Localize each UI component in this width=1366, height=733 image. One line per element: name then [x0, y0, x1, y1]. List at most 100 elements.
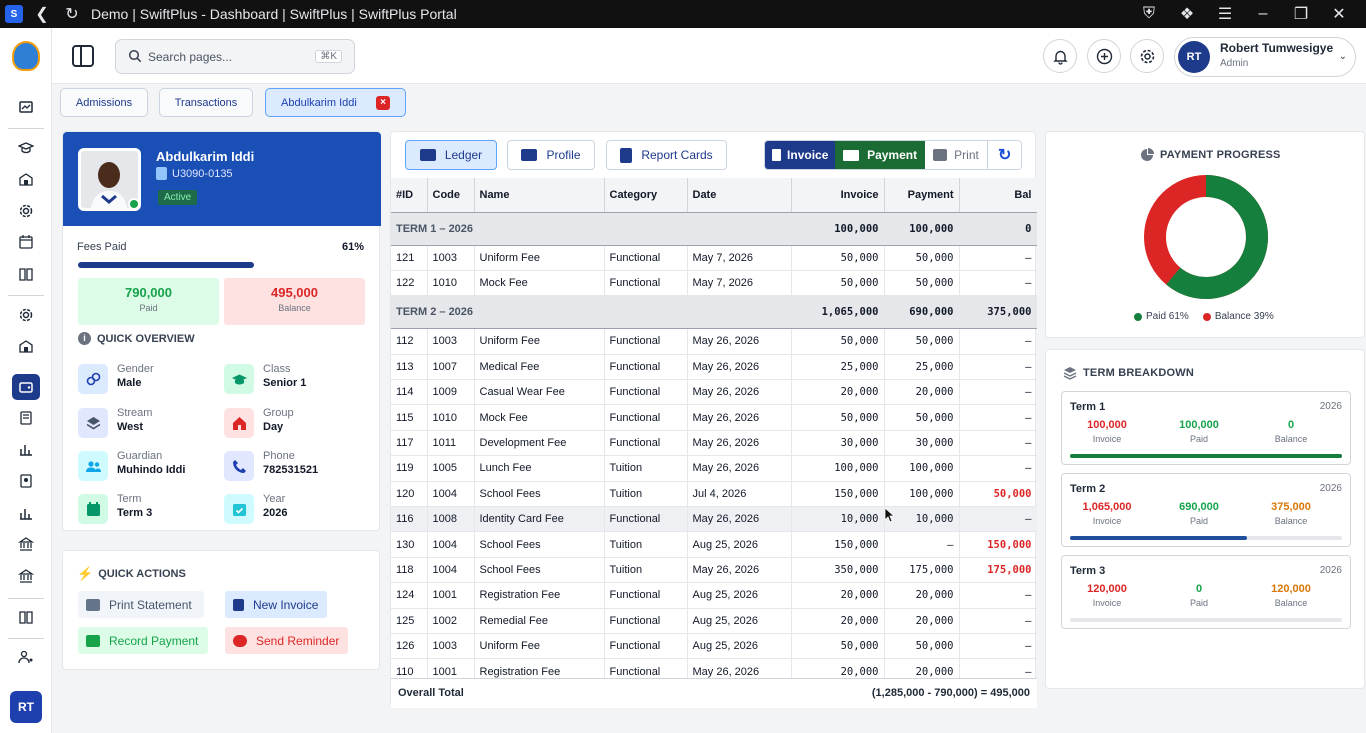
- table-cell: May 7, 2026: [687, 245, 792, 271]
- wallet-icon[interactable]: [17, 378, 35, 396]
- record-payment-button[interactable]: Record Payment: [78, 627, 208, 654]
- maximize-icon[interactable]: ❐: [1290, 3, 1312, 25]
- table-row[interactable]: 125 1002 Remedial Fee Functional Aug 25, 202…: [391, 608, 1037, 634]
- sidebar-toggle-icon[interactable]: [72, 45, 94, 67]
- user-menu[interactable]: RT Robert Tumwesigye Admin ⌄: [1174, 37, 1356, 77]
- column-header[interactable]: Code: [427, 178, 475, 213]
- settings-button[interactable]: [1130, 39, 1164, 73]
- column-header[interactable]: Invoice: [791, 178, 885, 213]
- table-cell: 112: [391, 328, 428, 355]
- tab-student[interactable]: Abdulkarim Iddi ×: [265, 88, 406, 117]
- bar-chart-icon[interactable]: [17, 440, 35, 458]
- term-progress-fill: [1070, 536, 1247, 540]
- rail-user-avatar[interactable]: RT: [10, 691, 42, 723]
- back-icon[interactable]: ❮: [31, 3, 53, 25]
- ledger-book-icon[interactable]: [17, 409, 35, 427]
- extensions-icon[interactable]: ❖: [1176, 3, 1198, 25]
- table-cell: 1003: [427, 245, 475, 271]
- table-row[interactable]: 122 1010 Mock Fee Functional May 7, 2026 50,0…: [391, 270, 1037, 297]
- table-cell: 119: [391, 455, 428, 482]
- profile-tab[interactable]: Profile: [507, 140, 595, 170]
- refresh-icon[interactable]: ↻: [988, 141, 1021, 169]
- shield-icon[interactable]: ⛨: [1138, 3, 1160, 25]
- chart-icon[interactable]: [17, 504, 35, 522]
- table-row[interactable]: 116 1008 Identity Card Fee Functional May 26…: [391, 506, 1037, 533]
- calendar-check-icon: [224, 494, 254, 524]
- table-cell: 1001: [427, 582, 475, 609]
- report-cards-tab[interactable]: Report Cards: [606, 140, 727, 170]
- ledger-tab[interactable]: Ledger: [405, 140, 497, 170]
- search-box[interactable]: ⌘K: [115, 39, 355, 74]
- table-cell: May 26, 2026: [687, 658, 792, 678]
- column-header[interactable]: Payment: [884, 178, 960, 213]
- school-icon[interactable]: [17, 170, 35, 188]
- house-icon: [224, 408, 254, 438]
- print-statement-button[interactable]: Print Statement: [78, 591, 204, 618]
- config-icon[interactable]: [17, 306, 35, 324]
- table-cell: Identity Card Fee: [474, 506, 605, 533]
- layers-icon: [1063, 367, 1077, 380]
- table-row[interactable]: 113 1007 Medical Fee Functional May 26, 2026…: [391, 354, 1037, 381]
- table-cell: 50,000: [884, 328, 960, 355]
- bank-icon[interactable]: [17, 535, 35, 553]
- new-invoice-button[interactable]: New Invoice: [225, 591, 327, 618]
- print-button[interactable]: Print: [924, 141, 989, 169]
- table-cell: 20,000: [791, 658, 885, 678]
- table-row[interactable]: 126 1003 Uniform Fee Functional Aug 25, 2026…: [391, 633, 1037, 660]
- column-header[interactable]: Category: [604, 178, 688, 213]
- contact-card-icon[interactable]: [17, 472, 35, 490]
- ledger-table-wrap: #ID Code Name Category Date Invoice Paym…: [391, 178, 1037, 678]
- graduation-icon[interactable]: [17, 139, 35, 157]
- column-header[interactable]: Name: [474, 178, 605, 213]
- calendar-icon[interactable]: [17, 233, 35, 251]
- table-row[interactable]: 120 1004 School Fees Tuition Jul 4, 2026 150,…: [391, 481, 1037, 508]
- calendar-icon: [78, 494, 108, 524]
- column-header[interactable]: #ID: [391, 178, 428, 213]
- table-row[interactable]: 110 1001 Registration Fee Functional May 26,…: [391, 658, 1037, 678]
- user-settings-icon[interactable]: [17, 648, 35, 666]
- table-cell: –: [959, 379, 1037, 406]
- table-row[interactable]: 114 1009 Casual Wear Fee Functional May 26, …: [391, 379, 1037, 406]
- table-row[interactable]: 119 1005 Lunch Fee Tuition May 26, 2026 100,0…: [391, 455, 1037, 482]
- institution-icon[interactable]: [17, 567, 35, 585]
- tab-admissions[interactable]: Admissions: [60, 88, 148, 117]
- table-cell: Functional: [604, 430, 688, 457]
- menu-icon[interactable]: ☰: [1214, 3, 1236, 25]
- table-row[interactable]: 124 1001 Registration Fee Functional Aug 25,…: [391, 582, 1037, 609]
- settings-icon[interactable]: [17, 202, 35, 220]
- balance-label: Balance: [278, 303, 311, 313]
- term-year: 2026: [1319, 565, 1342, 576]
- library-icon[interactable]: [17, 608, 35, 626]
- book-icon[interactable]: [17, 265, 35, 283]
- table-cell: 126: [391, 633, 428, 660]
- table-row[interactable]: 115 1010 Mock Fee Functional May 26, 2026 50,…: [391, 404, 1037, 431]
- term-invoice: 1,065,000 Invoice: [1062, 501, 1152, 526]
- table-row[interactable]: 118 1004 School Fees Tuition May 26, 2026 350…: [391, 557, 1037, 584]
- table-row[interactable]: 112 1003 Uniform Fee Functional May 26, 2026…: [391, 328, 1037, 355]
- term-name: Term 1: [1070, 401, 1106, 413]
- reload-icon[interactable]: ↻: [61, 3, 83, 25]
- close-icon[interactable]: ×: [376, 96, 390, 110]
- table-row[interactable]: 121 1003 Uniform Fee Functional May 7, 2026 5…: [391, 245, 1037, 271]
- building-icon[interactable]: [17, 337, 35, 355]
- fees-progress-bar: [78, 262, 254, 268]
- search-input[interactable]: [148, 48, 308, 66]
- tab-transactions[interactable]: Transactions: [159, 88, 253, 117]
- payment-progress-title: PAYMENT PROGRESS: [1140, 148, 1281, 162]
- school-logo[interactable]: [12, 41, 40, 71]
- dashboard-icon[interactable]: [17, 98, 35, 116]
- invoice-button[interactable]: Invoice: [765, 141, 836, 169]
- close-window-icon[interactable]: ✕: [1328, 3, 1350, 25]
- column-header[interactable]: Bal: [959, 178, 1037, 213]
- table-cell: –: [959, 658, 1037, 678]
- send-reminder-button[interactable]: Send Reminder: [225, 627, 348, 654]
- table-row[interactable]: 130 1004 School Fees Tuition Aug 25, 2026 150…: [391, 531, 1037, 558]
- payment-button[interactable]: Payment: [835, 141, 925, 169]
- table-row[interactable]: 117 1011 Development Fee Functional May 26, …: [391, 430, 1037, 457]
- add-button[interactable]: [1087, 39, 1121, 73]
- table-cell: Functional: [604, 328, 688, 355]
- notifications-button[interactable]: [1043, 39, 1077, 73]
- column-header[interactable]: Date: [687, 178, 792, 213]
- minimize-icon[interactable]: –: [1252, 3, 1274, 25]
- table-cell: 1011: [427, 430, 475, 457]
